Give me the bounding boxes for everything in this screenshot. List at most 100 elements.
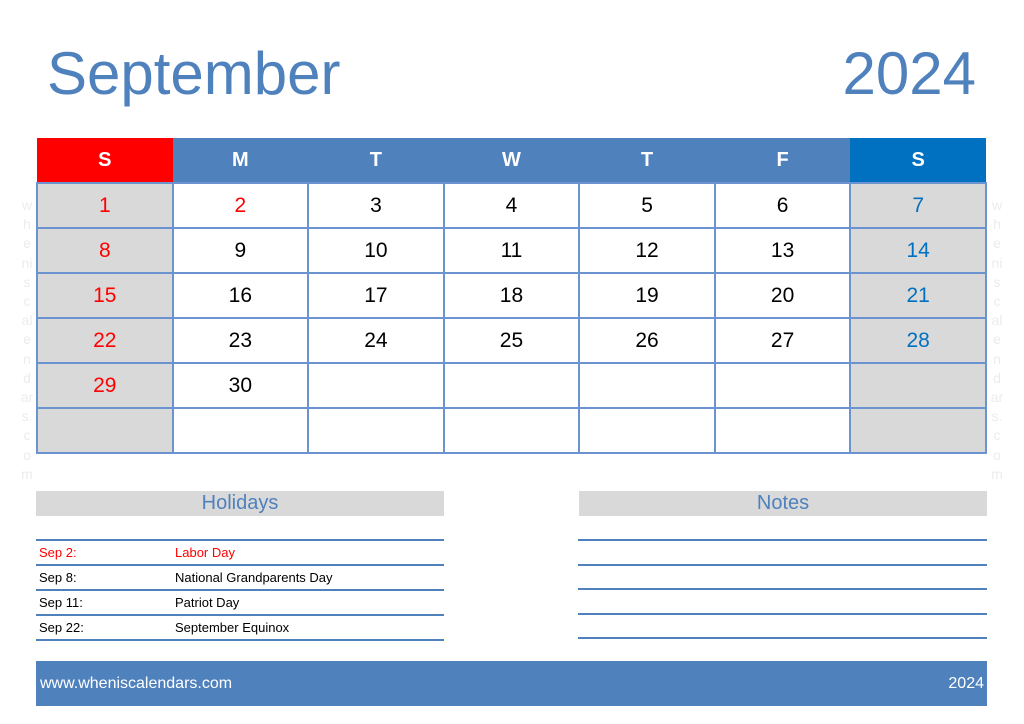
empty-day-cell [578, 362, 716, 409]
watermark-char: m [21, 465, 33, 482]
watermark-char: c [23, 293, 31, 310]
watermark-char: n [993, 350, 1001, 367]
watermark-char: s [993, 273, 1001, 290]
watermark-char: al [991, 312, 1003, 329]
day-cell: 2 [171, 182, 310, 229]
watermark-char: ni [991, 254, 1003, 271]
day-cell: 15 [36, 272, 174, 319]
watermark-char: h [993, 216, 1001, 233]
watermark-char: ar [990, 389, 1004, 406]
day-cell: 12 [578, 227, 716, 274]
week-row [36, 407, 987, 454]
weekday-thursday: T [579, 138, 715, 183]
day-cell: 18 [442, 272, 581, 319]
watermark-char: s. [21, 408, 33, 425]
holiday-name: National Grandparents Day [175, 570, 333, 585]
note-line[interactable] [578, 563, 987, 589]
day-cell: 4 [442, 182, 581, 229]
empty-day-cell [578, 407, 716, 454]
week-row: 1234567 [36, 182, 987, 229]
holiday-name: Patriot Day [175, 595, 240, 610]
holiday-row: Sep 2: Labor Day [36, 539, 444, 564]
holiday-list: Sep 2: Labor Day Sep 8: National Grandparen… [36, 539, 444, 641]
day-cell: 16 [171, 272, 310, 319]
day-cell: 19 [578, 272, 716, 319]
watermark-char: o [23, 446, 31, 463]
holiday-date: Sep 2: [39, 545, 77, 560]
footer-website-link[interactable]: www.wheniscalendars.com [36, 675, 232, 693]
weekday-saturday: S [850, 138, 986, 183]
day-cell: 29 [36, 362, 174, 409]
day-cell: 13 [713, 227, 852, 274]
weekday-header-row: S M T W T F S [37, 138, 986, 183]
watermark-char: o [993, 446, 1001, 463]
watermark-char: ar [20, 389, 34, 406]
watermark-char: d [23, 369, 31, 386]
weekday-tuesday: T [308, 138, 444, 183]
day-cell: 8 [36, 227, 174, 274]
day-cell: 1 [36, 182, 174, 229]
holiday-name: September Equinox [175, 620, 290, 635]
day-cell: 30 [171, 362, 310, 409]
watermark-char: e [993, 235, 1001, 252]
watermark-char: n [23, 350, 31, 367]
watermark-char: w [21, 197, 33, 213]
note-line[interactable] [578, 539, 987, 564]
week-row: 22 23 24 25 26 27 28 [36, 317, 987, 364]
watermark-char: h [23, 216, 31, 233]
day-cell: 25 [442, 317, 581, 364]
empty-day-cell [849, 362, 987, 409]
empty-day-cell [307, 407, 445, 454]
holidays-heading: Holidays [36, 491, 444, 516]
day-cell: 6 [713, 182, 852, 229]
watermark-char: w [991, 197, 1003, 213]
watermark-char: e [23, 331, 31, 348]
weekday-wednesday: W [443, 138, 580, 183]
note-line[interactable] [578, 637, 987, 662]
week-row: 8 9 10 11 12 13 14 [36, 227, 987, 274]
day-cell: 9 [171, 227, 310, 274]
watermark-char: d [993, 369, 1001, 386]
watermark-right: w h e ni s c al e n d ar s. c o m [989, 196, 1005, 484]
empty-day-cell [36, 407, 174, 454]
notes-heading: Notes [579, 491, 987, 516]
empty-day-cell [442, 362, 581, 409]
holiday-row: Sep 11: Patriot Day [36, 589, 444, 614]
weekday-monday: M [172, 138, 309, 183]
day-cell: 10 [307, 227, 445, 274]
watermark-char: e [23, 235, 31, 252]
day-cell: 22 [36, 317, 174, 364]
day-cell: 17 [307, 272, 445, 319]
day-cell: 11 [442, 227, 581, 274]
watermark-char: c [993, 293, 1001, 310]
weekday-friday: F [714, 138, 851, 183]
holiday-date: Sep 11: [39, 595, 83, 610]
empty-day-cell [713, 407, 852, 454]
footer-year: 2024 [948, 674, 984, 692]
day-cell: 20 [713, 272, 852, 319]
day-cell: 7 [849, 182, 987, 229]
day-cell: 23 [171, 317, 310, 364]
watermark-char: s [23, 273, 31, 290]
holiday-row: Sep 22: September Equinox [36, 614, 444, 641]
year-title: 2024 [842, 40, 976, 107]
watermark-char: e [993, 331, 1001, 348]
note-line[interactable] [578, 612, 987, 638]
empty-day-cell [442, 407, 581, 454]
month-title: September [47, 40, 341, 107]
watermark-char: s. [991, 408, 1003, 425]
footer-bar: www.wheniscalendars.com 2024 [36, 661, 987, 706]
day-cell: 28 [849, 317, 987, 364]
holiday-date: Sep 8: [39, 570, 77, 585]
empty-day-cell [307, 362, 445, 409]
empty-day-cell [171, 407, 310, 454]
empty-day-cell [849, 407, 987, 454]
day-cell: 3 [307, 182, 445, 229]
note-line[interactable] [578, 588, 987, 613]
watermark-left: w h e ni s c al e n d ar s. c o m [19, 196, 35, 484]
notes-lines [578, 539, 987, 662]
day-cell: 14 [849, 227, 987, 274]
day-cell: 24 [307, 317, 445, 364]
empty-day-cell [713, 362, 852, 409]
holiday-date: Sep 22: [39, 620, 84, 635]
